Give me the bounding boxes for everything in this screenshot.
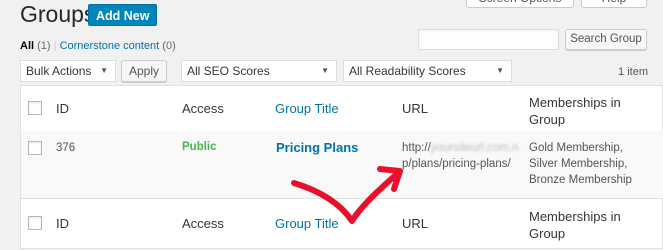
row-url-prefix: http://: [402, 142, 431, 154]
row-memberships: Gold Membership, Silver Membership, Bron…: [529, 140, 632, 188]
select-all-checkbox-footer[interactable]: [28, 216, 42, 230]
row-title-link[interactable]: Pricing Plans: [276, 140, 358, 155]
annotation-arrow-icon: [291, 166, 403, 224]
readability-scores-select[interactable]: All Readability Scores ▼: [343, 60, 512, 82]
chevron-down-icon: ▼: [496, 66, 504, 75]
seo-scores-select[interactable]: All SEO Scores ▼: [181, 60, 337, 82]
column-memberships: Memberships in Group: [529, 94, 621, 128]
column-access-footer: Access: [182, 216, 224, 231]
select-all-checkbox[interactable]: [28, 101, 42, 115]
chevron-down-icon: ▼: [100, 66, 108, 75]
column-id: ID: [56, 101, 69, 116]
screen-options-button[interactable]: Screen Options: [466, 0, 574, 8]
item-count: 1 item: [618, 66, 648, 78]
column-group-title[interactable]: Group Title: [275, 101, 339, 116]
column-memberships-line1: Memberships in: [529, 95, 621, 110]
view-cornerstone-link[interactable]: Cornerstone content: [60, 40, 160, 52]
chevron-down-icon: ▼: [321, 66, 329, 75]
view-separator: |: [53, 40, 57, 52]
bulk-actions-value: Bulk Actions: [26, 64, 92, 78]
view-all-link[interactable]: All: [20, 40, 34, 52]
row-url: http://yoursiteurl.com.n p/plans/pricing…: [402, 140, 532, 172]
column-memberships-footer: Memberships in Group: [529, 208, 621, 242]
row-id: 376: [56, 142, 76, 154]
membership-item: Silver Membership,: [529, 158, 628, 170]
apply-button[interactable]: Apply: [121, 60, 167, 82]
column-memberships-line1: Memberships in: [529, 209, 621, 224]
row-access-badge: Public: [182, 141, 217, 153]
column-id-footer: ID: [56, 216, 69, 231]
column-url: URL: [402, 101, 429, 116]
seo-scores-value: All SEO Scores: [187, 64, 270, 78]
search-input[interactable]: [418, 29, 559, 50]
row-checkbox[interactable]: [28, 141, 42, 155]
page-title: Groups: [20, 1, 96, 27]
view-filter-links: All (1) | Cornerstone content (0): [20, 40, 176, 52]
membership-item: Gold Membership,: [529, 142, 623, 154]
bulk-actions-select[interactable]: Bulk Actions ▼: [20, 60, 116, 82]
help-button[interactable]: Help: [581, 0, 647, 8]
row-url-line2: p/plans/pricing-plans/: [402, 158, 511, 170]
search-group-button[interactable]: Search Group: [565, 29, 647, 50]
column-memberships-line2: Group: [529, 112, 566, 127]
view-all-count: (1): [37, 40, 51, 52]
row-url-blurred: yoursiteurl.com.n: [430, 142, 519, 154]
column-access: Access: [182, 101, 224, 116]
view-cornerstone-count: (0): [162, 40, 176, 52]
column-memberships-line2: Group: [529, 226, 566, 241]
table-header-row: ID Access Group Title URL Memberships in…: [21, 86, 663, 132]
add-new-button[interactable]: Add New: [88, 4, 158, 26]
membership-item: Bronze Membership: [529, 174, 632, 186]
readability-scores-value: All Readability Scores: [349, 64, 466, 78]
